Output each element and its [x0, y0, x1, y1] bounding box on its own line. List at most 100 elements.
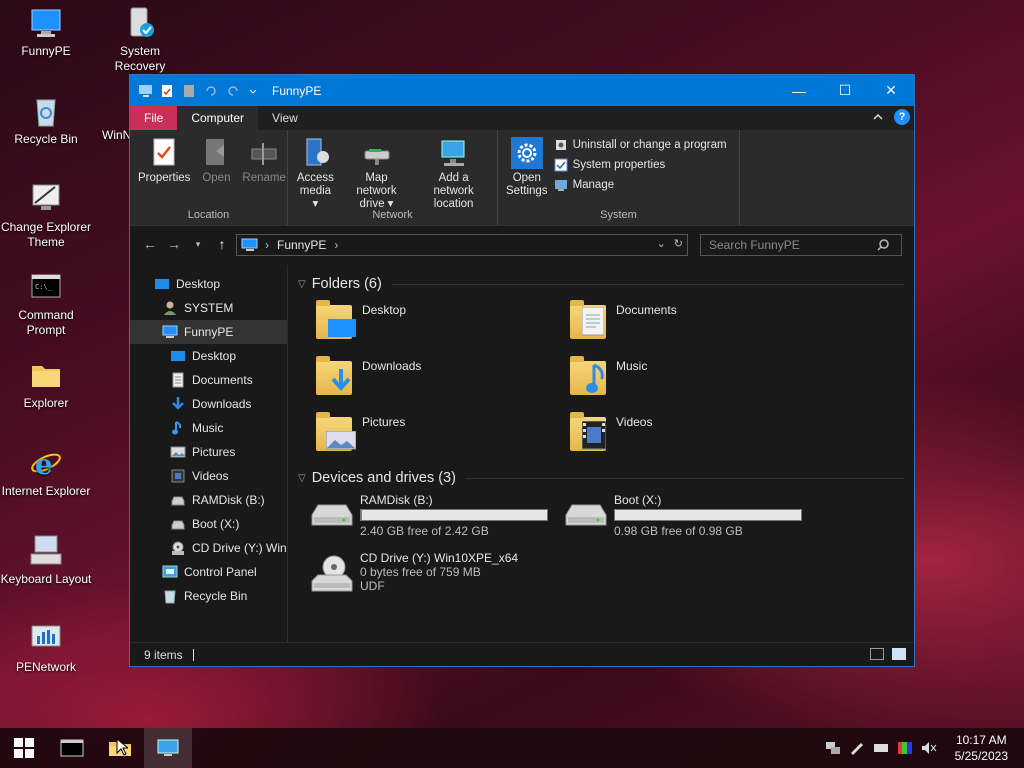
start-button[interactable]: [0, 728, 48, 768]
chevron-down-icon[interactable]: ▽: [298, 473, 306, 484]
search-box[interactable]: [700, 234, 902, 256]
chevron-down-icon[interactable]: [248, 84, 262, 98]
breadcrumb[interactable]: FunnyPE: [277, 238, 326, 252]
desktop-icon-penetwork[interactable]: PENetwork: [0, 622, 92, 675]
desktop-icon-funnype[interactable]: FunnyPE: [0, 6, 92, 59]
clock[interactable]: 10:17 AM 5/25/2023: [955, 732, 1008, 764]
network-icon[interactable]: [825, 741, 841, 755]
tab-file[interactable]: File: [130, 106, 178, 130]
navigation-pane[interactable]: Desktop SYSTEM FunnyPE Desktop Documents…: [130, 265, 288, 642]
forward-button[interactable]: →: [162, 236, 186, 252]
color-icon[interactable]: [897, 741, 913, 755]
nav-item-control-panel[interactable]: Control Panel: [130, 560, 287, 584]
nav-item-pictures[interactable]: Pictures: [130, 440, 287, 464]
back-button[interactable]: ←: [138, 236, 162, 252]
system-properties-button[interactable]: System properties: [554, 158, 727, 172]
taskbar-funnype-window[interactable]: [144, 728, 192, 768]
nav-item-desktop[interactable]: Desktop: [130, 272, 287, 296]
rename-icon: [248, 137, 280, 169]
download-icon: [170, 396, 186, 412]
folder-item-videos[interactable]: Videos: [568, 411, 822, 459]
manage-button[interactable]: Manage: [554, 178, 727, 192]
open-settings-button[interactable]: Open Settings: [502, 134, 552, 206]
properties-button[interactable]: Properties: [134, 134, 194, 206]
help-button[interactable]: ?: [894, 109, 910, 125]
open-button[interactable]: Open: [196, 134, 236, 206]
refresh-icon[interactable]: ↻: [674, 237, 683, 250]
folder-item-downloads[interactable]: Downloads: [314, 355, 568, 403]
nav-item-music[interactable]: Music: [130, 416, 287, 440]
drive-item-cd[interactable]: CD Drive (Y:) Win10XPE_x64 0 bytes free …: [308, 551, 562, 593]
up-button[interactable]: ↑: [210, 236, 234, 252]
new-folder-icon[interactable]: [182, 84, 196, 98]
properties-label: Properties: [138, 172, 191, 184]
folder-item-desktop[interactable]: Desktop: [314, 299, 568, 347]
folders-group-header[interactable]: ▽ Folders (6): [298, 269, 904, 299]
nav-item-desktop-sub[interactable]: Desktop: [130, 344, 287, 368]
large-icons-view-button[interactable]: [892, 648, 906, 660]
desktop-icon-label: Change Explorer Theme: [0, 220, 92, 249]
open-label: Open: [202, 172, 231, 184]
keyboard-icon[interactable]: [873, 741, 889, 755]
desktop-icon-label: Internet Explorer: [1, 484, 91, 498]
desktop-icon-internet-explorer[interactable]: e Internet Explorer: [0, 446, 92, 499]
access-media-button[interactable]: Access media ▾: [292, 134, 339, 210]
desktop-icon-keyboard-layout[interactable]: Keyboard Layout: [0, 534, 92, 587]
pen-icon[interactable]: [849, 741, 865, 755]
desktop-icon-recycle-bin[interactable]: Recycle Bin: [0, 94, 92, 147]
desktop-icon-system-recovery[interactable]: System Recovery: [94, 6, 186, 74]
nav-item-system[interactable]: SYSTEM: [130, 296, 287, 320]
search-icon[interactable]: [876, 238, 890, 252]
music-folder-icon: [568, 355, 610, 399]
drives-group-header[interactable]: ▽ Devices and drives (3): [298, 463, 904, 493]
collapse-ribbon-icon[interactable]: [872, 111, 884, 123]
nav-item-boot[interactable]: Boot (X:): [130, 512, 287, 536]
drive-item-ramdisk[interactable]: RAMDisk (B:) 2.40 GB free of 2.42 GB: [308, 493, 562, 541]
rename-button[interactable]: Rename: [238, 134, 289, 206]
desktop-icon-command-prompt[interactable]: C:\_ Command Prompt: [0, 270, 92, 338]
chevron-down-icon[interactable]: ⌄: [657, 237, 666, 250]
folder-item-music[interactable]: Music: [568, 355, 822, 403]
desktop-folder-icon: [314, 299, 356, 343]
nav-item-recycle-bin[interactable]: Recycle Bin: [130, 584, 287, 608]
taskbar-command-prompt[interactable]: [48, 728, 96, 768]
nav-item-downloads[interactable]: Downloads: [130, 392, 287, 416]
folder-item-documents[interactable]: Documents: [568, 299, 822, 347]
title-bar[interactable]: FunnyPE — ☐ ✕: [130, 75, 914, 106]
tab-computer[interactable]: Computer: [177, 106, 259, 130]
add-network-location-button[interactable]: Add a network location: [414, 134, 493, 210]
close-button[interactable]: ✕: [868, 75, 914, 106]
uninstall-program-button[interactable]: Uninstall or change a program: [554, 138, 727, 152]
chevron-down-icon[interactable]: ▽: [298, 279, 306, 290]
address-bar[interactable]: › FunnyPE › ⌄ ↻: [236, 234, 688, 256]
details-view-button[interactable]: [870, 648, 884, 660]
maximize-button[interactable]: ☐: [822, 75, 868, 106]
properties-icon[interactable]: [160, 84, 174, 98]
volume-muted-icon[interactable]: [921, 741, 937, 755]
tab-view[interactable]: View: [258, 106, 312, 130]
nav-item-ramdisk[interactable]: RAMDisk (B:): [130, 488, 287, 512]
nav-item-documents[interactable]: Documents: [130, 368, 287, 392]
undo-icon[interactable]: [204, 84, 218, 98]
properties-icon: [148, 137, 180, 169]
desktop-icon-winn[interactable]: WinN: [86, 94, 131, 143]
music-icon: [170, 420, 186, 436]
computer-icon: [241, 238, 258, 251]
map-network-drive-button[interactable]: Map network drive ▾: [341, 134, 412, 210]
nav-item-cd-drive[interactable]: CD Drive (Y:) Win1: [130, 536, 287, 560]
desktop-icon-explorer[interactable]: Explorer: [0, 358, 92, 411]
folder-item-pictures[interactable]: Pictures: [314, 411, 568, 459]
recent-locations-button[interactable]: ▾: [186, 239, 210, 250]
recovery-icon: [123, 6, 157, 40]
drive-item-boot[interactable]: Boot (X:) 0.98 GB free of 0.98 GB: [562, 493, 816, 541]
nav-item-funnype[interactable]: FunnyPE: [130, 320, 287, 344]
folder-name: Videos: [616, 415, 653, 429]
nav-item-videos[interactable]: Videos: [130, 464, 287, 488]
taskbar-explorer[interactable]: [96, 728, 144, 768]
minimize-button[interactable]: —: [776, 75, 822, 106]
desktop-icon-change-explorer-theme[interactable]: Change Explorer Theme: [0, 182, 92, 250]
content-area: Desktop SYSTEM FunnyPE Desktop Documents…: [130, 265, 914, 642]
search-input[interactable]: [701, 238, 876, 252]
redo-icon[interactable]: [226, 84, 240, 98]
computer-icon: [157, 739, 179, 756]
